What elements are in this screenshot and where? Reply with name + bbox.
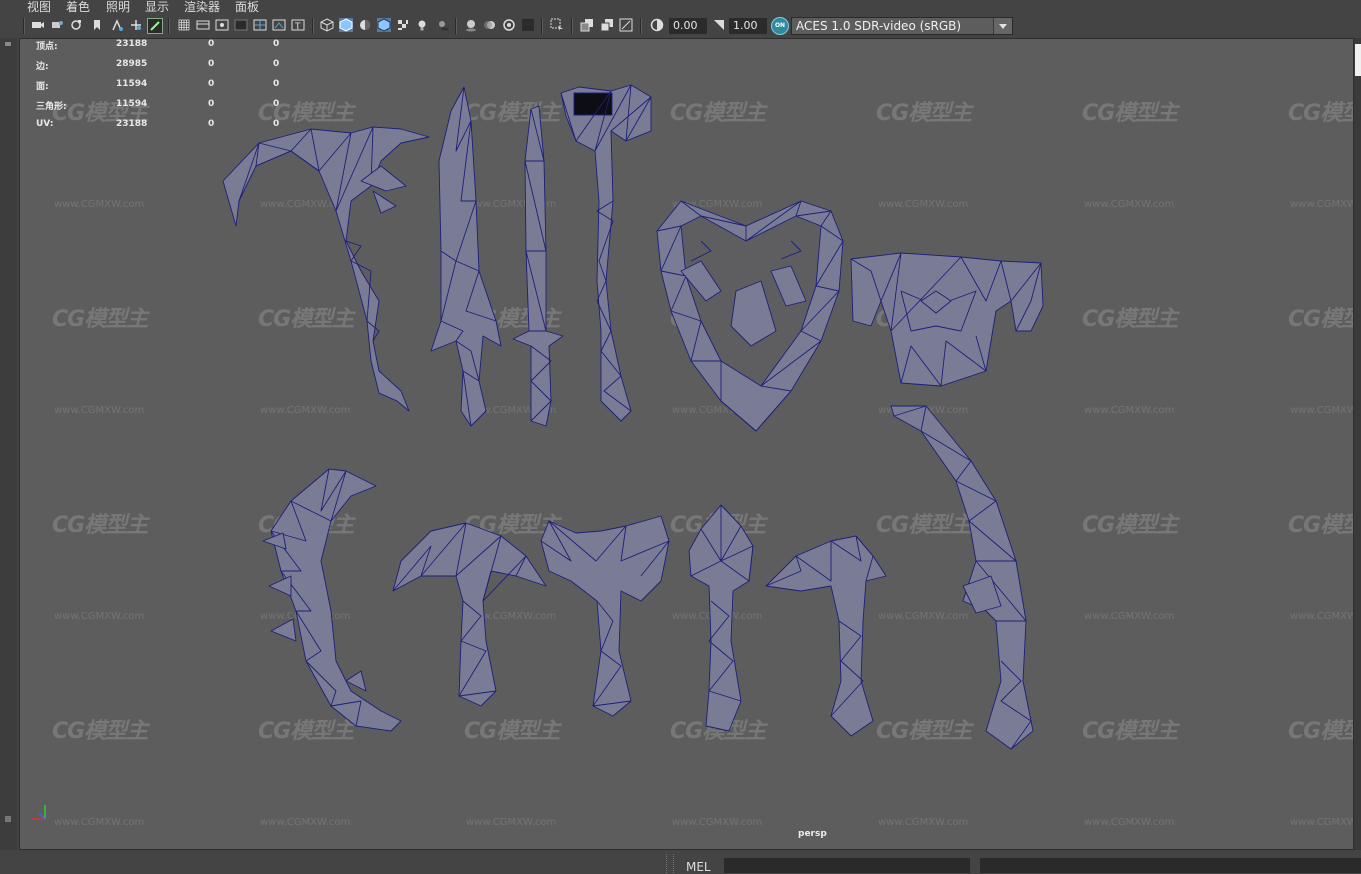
isolate-select-icon[interactable] — [550, 18, 564, 32]
wireframe-icon[interactable] — [320, 18, 334, 32]
pickaxe-model-1 — [392, 522, 547, 707]
2d-pan-icon[interactable] — [110, 18, 124, 32]
safe-action-icon[interactable] — [272, 18, 286, 32]
xray-joints-icon[interactable] — [600, 18, 614, 32]
wireframe-on-shaded-icon[interactable] — [377, 18, 391, 32]
command-input[interactable] — [724, 858, 970, 873]
menu-panels[interactable]: 面板 — [235, 0, 259, 15]
mace-model — [688, 504, 754, 732]
bookmark-icon[interactable] — [69, 18, 83, 32]
mel-label[interactable]: MEL — [686, 860, 711, 874]
menu-view[interactable]: 视图 — [27, 0, 51, 15]
resolution-gate-icon[interactable] — [215, 18, 229, 32]
curved-blade-model — [262, 468, 402, 732]
color-management-icon[interactable]: ON — [771, 17, 789, 35]
chevron-down-icon[interactable] — [993, 18, 1012, 34]
pickaxe-model-3 — [765, 535, 887, 737]
lights-icon[interactable] — [415, 18, 429, 32]
panel-toolbar: T 0.00 1.00 ON ACES 1.0 SDR-video (sRGB) — [0, 14, 1361, 38]
staff-model — [560, 84, 652, 422]
collapse-arrow-icon[interactable] — [5, 42, 11, 46]
perspective-viewport[interactable]: 顶点: 23188 0 0 边: 28985 0 0 面: 11594 0 0 … — [19, 38, 1354, 850]
exposure-field[interactable]: 0.00 — [669, 18, 707, 34]
field-chart-icon[interactable] — [253, 18, 267, 32]
helmet-model — [850, 252, 1044, 387]
default-material-icon[interactable] — [358, 18, 372, 32]
shadows-icon[interactable] — [436, 18, 450, 32]
menu-show[interactable]: 显示 — [145, 0, 169, 15]
exposure-icon[interactable] — [650, 18, 664, 32]
color-space-value: ACES 1.0 SDR-video (sRGB) — [796, 19, 962, 33]
camera-icon[interactable] — [31, 18, 45, 32]
safe-title-icon[interactable]: T — [291, 18, 305, 32]
image-plane-icon[interactable] — [90, 18, 104, 32]
textured-icon[interactable] — [396, 18, 410, 32]
axis-gizmo — [31, 805, 46, 820]
shield-model — [656, 200, 844, 432]
grease-pencil-icon[interactable] — [129, 18, 143, 32]
svg-text:T: T — [294, 22, 301, 32]
camera-attr-icon[interactable] — [50, 18, 64, 32]
left-side-strip — [0, 38, 17, 850]
multisample-aa-icon[interactable] — [502, 18, 516, 32]
menu-bar: 视图 着色 照明 显示 渲染器 面板 — [0, 0, 1361, 14]
drag-handle-icon[interactable] — [666, 854, 674, 873]
depth-of-field-icon[interactable] — [521, 18, 535, 32]
menu-shading[interactable]: 着色 — [66, 0, 90, 15]
gamma-field[interactable]: 1.00 — [729, 18, 767, 34]
greatsword-model — [430, 86, 502, 427]
smooth-shade-icon[interactable] — [339, 18, 353, 32]
wireframe-models[interactable] — [20, 39, 1354, 850]
motion-blur-icon[interactable] — [483, 18, 497, 32]
viewport-scrollbar[interactable] — [1354, 38, 1361, 850]
axe-model-2 — [540, 515, 670, 717]
xray-icon[interactable] — [580, 18, 594, 32]
pencil-icon[interactable] — [147, 18, 163, 34]
color-space-dropdown[interactable]: ACES 1.0 SDR-video (sRGB) — [791, 17, 1013, 35]
xray-components-icon[interactable] — [619, 18, 633, 32]
katana-model — [512, 105, 564, 427]
long-scythe-model — [890, 405, 1034, 750]
menu-lighting[interactable]: 照明 — [106, 0, 130, 15]
scythe-model — [222, 126, 430, 412]
command-result-field — [980, 858, 1361, 873]
gate-mask-icon[interactable] — [234, 18, 248, 32]
expand-arrow-icon[interactable] — [5, 816, 11, 822]
screen-space-ao-icon[interactable] — [464, 18, 478, 32]
scrollbar-thumb[interactable] — [1355, 44, 1361, 76]
film-gate-icon[interactable] — [196, 18, 210, 32]
menu-renderer[interactable]: 渲染器 — [184, 0, 220, 15]
grid-icon[interactable] — [177, 18, 191, 32]
camera-name-label: persp — [798, 829, 827, 839]
gamma-icon[interactable] — [712, 18, 726, 32]
